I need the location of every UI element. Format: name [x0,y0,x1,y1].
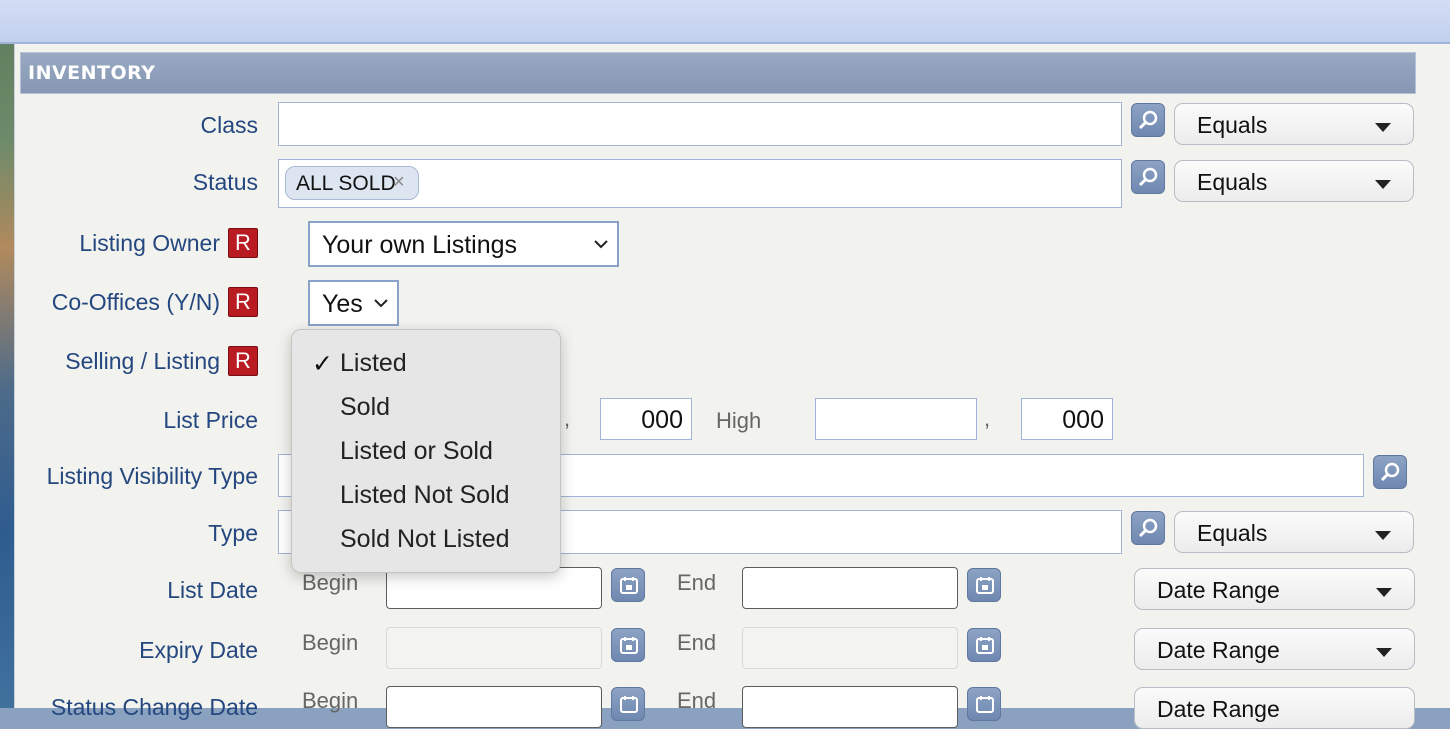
list-date-begin-calendar-button[interactable] [611,568,645,602]
low-thousands-value: 000 [641,406,683,434]
thousands-separator: , [564,406,571,431]
end-label: End [677,688,717,713]
menu-item-sold[interactable]: Sold [340,393,390,422]
list-price-high-input[interactable] [815,398,977,440]
calendar-icon [620,696,638,713]
list-date-end-input[interactable] [742,567,958,609]
list-price-low-thousands[interactable]: 000 [600,398,692,440]
calendar-icon [620,577,638,594]
listing-owner-value: Your own Listings [322,231,518,259]
high-thousands-value: 000 [1062,406,1104,434]
list-date-begin-input[interactable] [386,567,602,609]
expiry-date-begin-input[interactable] [386,627,602,669]
expiry-date-operator-select[interactable]: Date Range [1134,628,1415,670]
chevron-down-icon [594,240,608,249]
status-tag-text: ALL SOLD [296,172,396,195]
status-change-date-begin-input[interactable] [386,686,602,728]
status-change-date-end-input[interactable] [742,686,958,728]
list-date-label: List Date [167,577,258,603]
menu-item-listed-not-sold[interactable]: Listed Not Sold [340,481,510,510]
calendar-icon [976,577,994,594]
operator-label: Date Range [1157,696,1280,722]
class-input[interactable] [278,102,1122,146]
co-offices-label: Co-Offices (Y/N) [51,289,220,315]
checkmark-icon: ✓ [312,350,333,378]
type-operator-select[interactable]: Equals [1174,511,1414,553]
class-search-button[interactable] [1131,103,1165,137]
thousands-separator: , [984,406,991,431]
expiry-date-end-input[interactable] [742,627,958,669]
required-badge: R [228,228,258,258]
section-header [20,52,1416,94]
class-label: Class [200,112,258,138]
listing-visibility-type-label: Listing Visibility Type [46,463,258,489]
status-operator-select[interactable]: Equals [1174,160,1414,202]
begin-label: Begin [302,630,359,655]
magnifier-icon [1138,110,1158,130]
top-bar [0,0,1450,44]
status-label: Status [192,169,258,195]
operator-label: Date Range [1157,577,1280,603]
caret-down-icon [1375,180,1391,189]
type-label: Type [208,520,258,546]
magnifier-icon [1138,518,1158,538]
calendar-icon [976,696,994,713]
chevron-down-icon [374,299,388,308]
list-date-end-calendar-button[interactable] [967,568,1001,602]
list-price-high-thousands[interactable]: 000 [1021,398,1113,440]
listing-owner-select[interactable]: Your own Listings [308,221,619,267]
menu-item-sold-not-listed[interactable]: Sold Not Listed [340,525,510,554]
caret-down-icon [1375,531,1391,540]
begin-label: Begin [302,688,359,713]
section-title: INVENTORY [28,62,156,84]
list-date-operator-select[interactable]: Date Range [1134,568,1415,610]
type-search-button[interactable] [1131,511,1165,545]
status-tag: ALL SOLD × [285,166,419,200]
co-offices-value: Yes [322,290,363,318]
class-operator-select[interactable]: Equals [1174,103,1414,145]
listing-visibility-search-button[interactable] [1373,455,1407,489]
expiry-date-begin-calendar-button[interactable] [611,628,645,662]
caret-down-icon [1375,123,1391,132]
operator-label: Equals [1197,520,1268,546]
selling-listing-dropdown-menu: ✓ Listed Sold Listed or Sold Listed Not … [291,329,561,573]
end-label: End [677,630,717,655]
caret-down-icon [1376,588,1392,597]
status-search-button[interactable] [1131,160,1165,194]
calendar-icon [976,637,994,654]
co-offices-select[interactable]: Yes [308,280,399,326]
expiry-date-end-calendar-button[interactable] [967,628,1001,662]
status-change-date-end-calendar-button[interactable] [967,687,1001,721]
required-badge: R [228,346,258,376]
selling-listing-label: Selling / Listing [65,348,220,374]
operator-label: Date Range [1157,637,1280,663]
tag-remove-icon[interactable]: × [393,171,405,194]
begin-label: Begin [302,570,359,595]
menu-item-listed[interactable]: Listed [340,349,407,378]
caret-down-icon [1376,648,1392,657]
menu-item-listed-or-sold[interactable]: Listed or Sold [340,437,493,466]
calendar-icon [620,637,638,654]
operator-label: Equals [1197,169,1268,195]
high-label: High [716,408,762,433]
end-label: End [677,570,717,595]
expiry-date-label: Expiry Date [139,637,258,663]
magnifier-icon [1138,167,1158,187]
status-change-date-begin-calendar-button[interactable] [611,687,645,721]
magnifier-icon [1380,462,1400,482]
operator-label: Equals [1197,112,1268,138]
status-change-date-operator-select[interactable]: Date Range [1134,687,1415,729]
listing-owner-label: Listing Owner [79,230,220,256]
list-price-label: List Price [163,407,258,433]
required-badge: R [228,287,258,317]
